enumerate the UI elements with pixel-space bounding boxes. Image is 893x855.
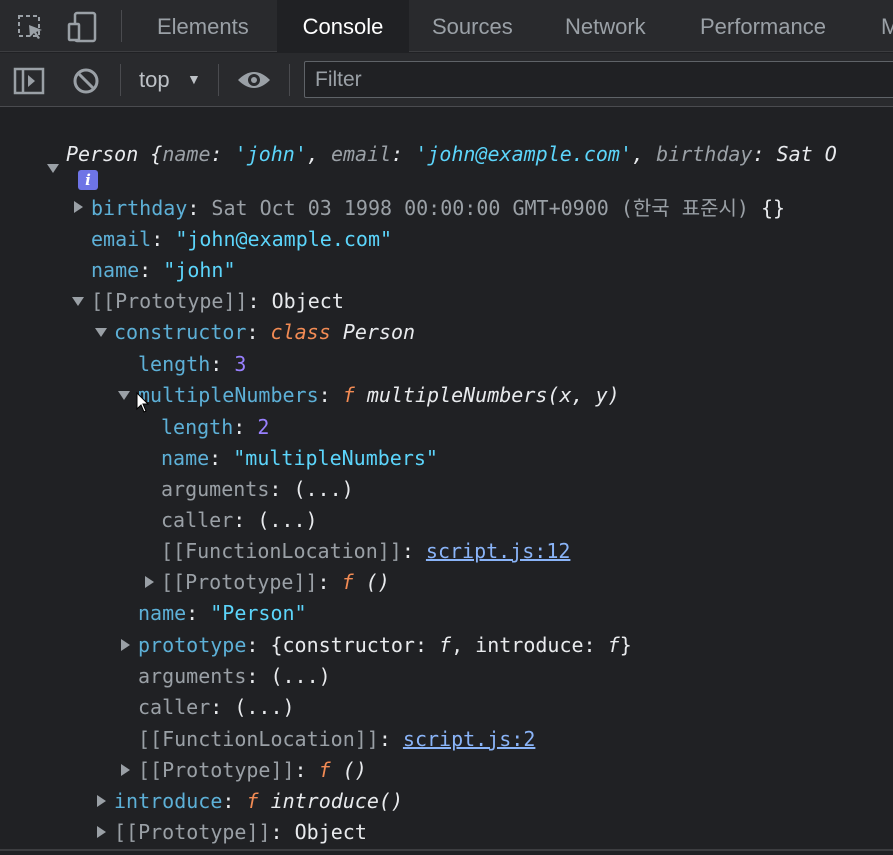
- property-name: name: "john": [91, 258, 236, 282]
- expand-toggle[interactable]: [72, 297, 84, 306]
- filter-input[interactable]: Filter: [304, 61, 893, 98]
- filter-placeholder: Filter: [315, 68, 362, 91]
- expand-toggle[interactable]: [121, 639, 130, 651]
- property-length: length: 2: [161, 415, 270, 439]
- property-name: name: "Person": [138, 601, 307, 625]
- tab-console[interactable]: Console: [277, 0, 409, 52]
- property-prototype[interactable]: [[Prototype]]: f (): [161, 567, 390, 597]
- expand-toggle[interactable]: [95, 328, 107, 337]
- source-link[interactable]: script.js:2: [403, 727, 535, 751]
- property-name: name: "multipleNumbers": [161, 446, 438, 470]
- expand-toggle[interactable]: [97, 826, 106, 838]
- tab-more[interactable]: M: [881, 0, 893, 52]
- info-icon[interactable]: i: [78, 170, 98, 190]
- tab-performance[interactable]: Performance: [700, 0, 826, 52]
- property-prototype[interactable]: [[Prototype]]: Object: [91, 286, 344, 316]
- device-toolbar-icon[interactable]: [66, 11, 100, 48]
- toolbar-separator: [289, 64, 290, 96]
- expand-toggle[interactable]: [121, 764, 130, 776]
- property-function-location: [[FunctionLocation]]: script.js:2: [138, 727, 536, 751]
- live-expression-icon[interactable]: [236, 68, 272, 97]
- property-multipleNumbers[interactable]: multipleNumbers: f multipleNumbers(x, y): [138, 380, 620, 410]
- bottom-border: [0, 849, 893, 851]
- dropdown-arrow-icon[interactable]: ▼: [187, 71, 201, 87]
- property-prototype[interactable]: [[Prototype]]: Object: [114, 817, 367, 847]
- property-caller[interactable]: caller: (...): [161, 505, 318, 535]
- property-introduce[interactable]: introduce: f introduce(): [114, 786, 403, 816]
- expand-toggle[interactable]: [74, 201, 83, 213]
- property-constructor[interactable]: constructor: class Person: [114, 317, 415, 347]
- context-selector[interactable]: top: [139, 66, 170, 94]
- toolbar-separator: [218, 64, 219, 96]
- mouse-pointer-icon: [136, 391, 150, 419]
- property-email: email: "john@example.com": [91, 227, 393, 251]
- tab-sources[interactable]: Sources: [432, 0, 513, 52]
- property-function-location: [[FunctionLocation]]: script.js:12: [161, 539, 571, 563]
- clear-console-icon[interactable]: [71, 66, 101, 101]
- tab-network[interactable]: Network: [565, 0, 646, 52]
- tab-elements[interactable]: Elements: [157, 0, 249, 52]
- property-prototype-object[interactable]: prototype: {constructor: f, introduce: f…: [138, 630, 632, 660]
- expand-toggle[interactable]: [97, 795, 106, 807]
- property-arguments[interactable]: arguments: (...): [138, 661, 331, 691]
- expand-toggle[interactable]: [118, 391, 130, 400]
- source-link[interactable]: script.js:12: [426, 539, 571, 563]
- toolbar-separator: [120, 64, 121, 96]
- devtools-tab-bar: Elements Console Sources Network Perform…: [0, 0, 893, 52]
- object-summary[interactable]: Person {name: 'john', email: 'john@examp…: [66, 139, 837, 169]
- property-birthday[interactable]: birthday: Sat Oct 03 1998 00:00:00 GMT+0…: [91, 193, 785, 223]
- expand-toggle[interactable]: [47, 164, 59, 173]
- property-caller[interactable]: caller: (...): [138, 692, 295, 722]
- expand-toggle[interactable]: [145, 576, 154, 588]
- tab-separator: [121, 10, 122, 42]
- show-sidebar-icon[interactable]: [13, 66, 45, 101]
- property-arguments[interactable]: arguments: (...): [161, 474, 354, 504]
- property-prototype[interactable]: [[Prototype]]: f (): [138, 755, 367, 785]
- property-length: length: 3: [138, 352, 247, 376]
- inspect-element-icon[interactable]: [16, 13, 46, 48]
